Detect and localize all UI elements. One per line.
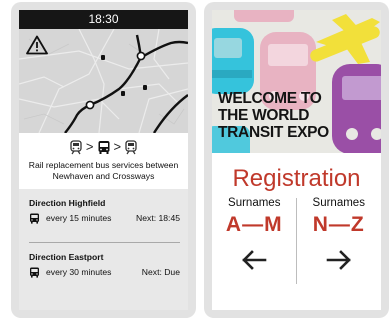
welcome-line: TRANSIT EXPO	[218, 124, 329, 141]
status-bar: 18:30	[19, 10, 188, 29]
transit-info-screen: 18:30 > > Rail replacement bus services …	[19, 10, 188, 310]
right-device-frame: WELCOME TO THE WORLD TRANSIT EXPO Regist…	[204, 2, 389, 318]
arrow-right-icon	[326, 250, 351, 270]
chevron-right-icon: >	[85, 139, 94, 154]
registration-column-a-m[interactable]: Surnames A—M	[212, 196, 297, 294]
chevron-right-icon: >	[113, 139, 122, 154]
bus-icon	[30, 267, 39, 278]
registration-title: Registration	[232, 165, 361, 192]
welcome-line: THE WORLD	[218, 107, 310, 124]
surname-range: A—M	[225, 213, 283, 236]
direction-frequency: every 15 minutes	[46, 213, 112, 223]
direction-details: every 15 minutes Next: 18:45	[29, 212, 180, 224]
service-notice: > > Rail replacement bus services betwee…	[19, 133, 188, 189]
surname-label: Surnames	[312, 197, 365, 209]
direction-frequency: every 30 minutes	[46, 267, 112, 277]
route-mode-sequence: > >	[19, 139, 188, 155]
registration-column-n-z[interactable]: Surnames N—Z	[297, 196, 382, 294]
left-device-frame: 18:30 > > Rail replacement bus services …	[11, 2, 196, 318]
divider	[29, 242, 180, 243]
direction-details: every 30 minutes Next: Due	[29, 266, 180, 278]
train-icon	[125, 139, 137, 154]
welcome-poster: WELCOME TO THE WORLD TRANSIT EXPO	[212, 10, 381, 153]
welcome-line: WELCOME TO	[218, 90, 322, 107]
expo-registration-screen: WELCOME TO THE WORLD TRANSIT EXPO Regist…	[212, 10, 381, 310]
service-notice-text: Rail replacement bus services between Ne…	[28, 160, 179, 181]
departures-panel: Direction Highfield every 15 minutes Nex…	[19, 189, 188, 310]
direction-title: Direction Eastport	[29, 252, 104, 262]
route-map[interactable]	[19, 29, 188, 133]
surname-label: Surnames	[228, 197, 281, 209]
bus-icon	[30, 213, 39, 224]
welcome-heading: WELCOME TO THE WORLD TRANSIT EXPO	[218, 90, 329, 141]
arrow-left-icon	[242, 250, 267, 270]
surname-range: N—Z	[312, 213, 365, 236]
train-icon	[70, 139, 82, 154]
direction-next: Next: Due	[141, 267, 180, 277]
direction-next: Next: 18:45	[136, 213, 180, 223]
direction-item[interactable]: Direction Highfield every 15 minutes Nex…	[29, 198, 180, 238]
status-time: 18:30	[88, 12, 119, 26]
warning-icon	[26, 35, 48, 55]
bus-icon	[98, 140, 109, 154]
column-divider	[296, 198, 297, 284]
direction-item[interactable]: Direction Eastport every 30 minutes Next…	[29, 252, 180, 292]
registration-columns: Surnames A—M Surnames N—Z	[212, 196, 381, 294]
direction-title: Direction Highfield	[29, 198, 106, 208]
